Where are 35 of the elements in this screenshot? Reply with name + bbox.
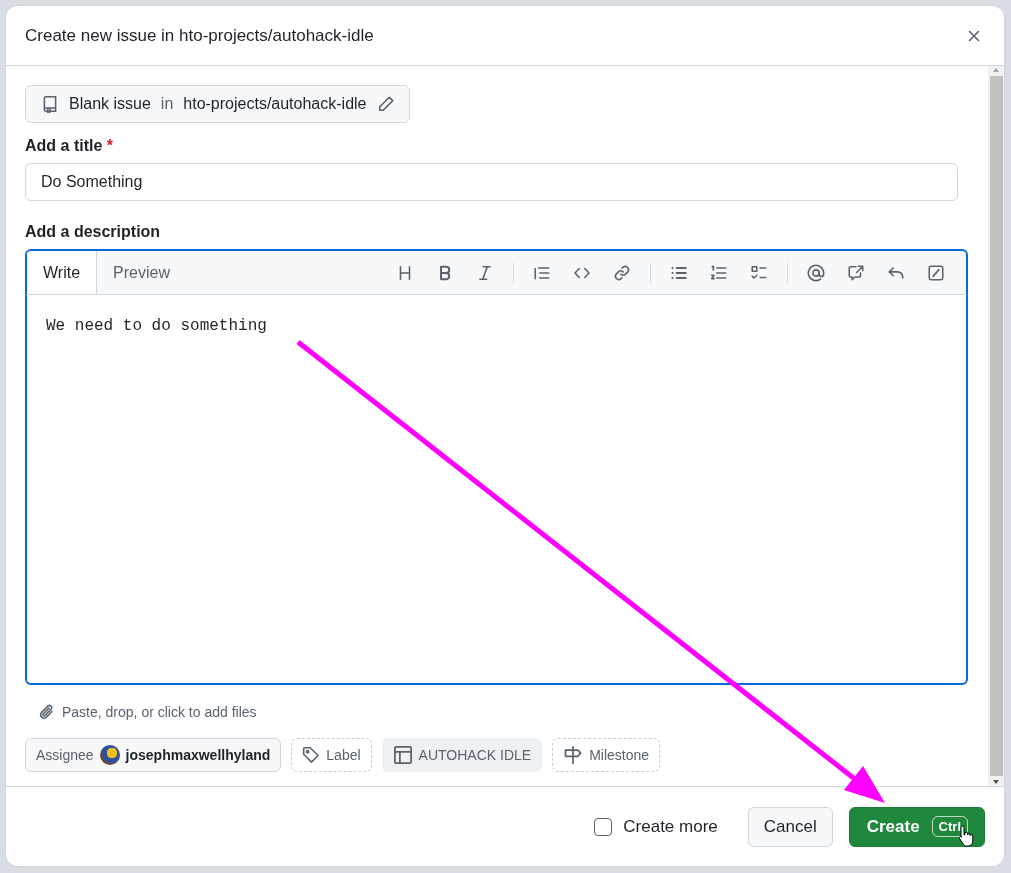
create-button[interactable]: Create Ctrl [848,806,985,847]
field-label: Add a description [25,223,162,241]
scroll-down-icon[interactable] [992,778,1000,786]
attach-files-button[interactable]: Paste, drop, or click to add files [38,703,257,721]
create-more-label: Create more [623,816,718,837]
assignee-label: Assignee [36,747,94,763]
cross-reference-icon [847,263,865,282]
repo-icon [41,95,59,113]
title-input[interactable]: Do Something [25,163,958,201]
table-icon [392,745,413,765]
link-icon [613,263,631,282]
scrollbar[interactable] [988,66,1004,786]
assignee-button[interactable]: Assignee josephmaxwellhyland [25,738,282,772]
label-button[interactable]: Label [291,738,372,772]
editor-tab[interactable]: Preview [97,251,186,294]
mention-icon [807,263,825,282]
description-input[interactable]: We need to do something [25,295,968,685]
tag-icon [302,746,321,764]
numbered-list-icon [710,263,728,282]
signpost-icon [563,745,584,765]
avatar [99,745,120,765]
editor-tab[interactable]: Write [27,251,98,294]
assignee-name: josephmaxwellhyland [125,747,271,763]
project-button[interactable]: AUTOHACK IDLE [381,738,543,772]
dialog-title: Create new issue in hto-projects/autohack-idle [25,25,374,46]
field-label: Add a title * [25,137,115,155]
task-list-icon [750,263,768,282]
milestone-button[interactable]: Milestone [552,738,661,772]
template-button[interactable]: Blank issue in hto-projects/autohack-idle [25,85,410,123]
pencil-icon [376,95,395,113]
cancel-button[interactable]: Cancel [747,806,833,847]
slash-command-icon [927,263,945,282]
create-more-checkbox[interactable] [594,817,613,836]
italic-icon [476,263,494,282]
paperclip-icon [38,703,56,721]
